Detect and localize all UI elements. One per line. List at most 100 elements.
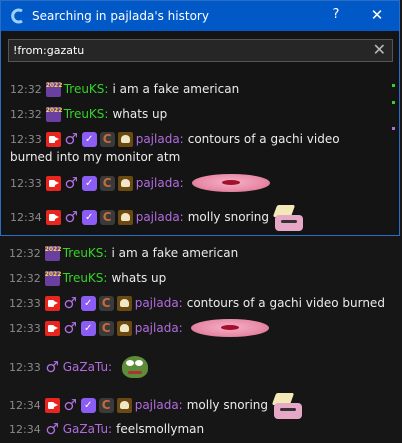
founder-badge-icon — [116, 295, 132, 311]
badge-year-text: 2022 — [45, 81, 63, 89]
message-text: i am a fake american — [111, 246, 239, 260]
close-button[interactable]: ✕ — [369, 6, 385, 24]
username[interactable]: pajlada: — [136, 176, 184, 190]
username[interactable]: TreuKS: — [64, 107, 109, 121]
badge-year-text: 2022 — [44, 270, 62, 278]
chatterino-badge-icon: C — [98, 320, 114, 336]
timestamp: 12:34 — [9, 398, 41, 412]
result-message: 12:34 ♂ ✓ C pajlada: molly snoring — [10, 205, 305, 231]
search-box: ✕ — [8, 39, 393, 62]
chatterino-badge-icon: C — [98, 397, 114, 413]
chatterino-badge-icon: C — [99, 175, 115, 191]
chatterino-badge-icon: C — [98, 295, 114, 311]
timestamp: 12:34 — [9, 422, 41, 436]
chat-message: 12:34 ♂ GaZaTu: feelsmollyman — [9, 419, 204, 439]
male-badge-icon: ♂ — [45, 419, 59, 438]
message-continuation: burned into my monitor atm — [10, 149, 399, 166]
chat-message: 12:32 2022 TreuKS: i am a fake american — [9, 243, 238, 263]
broadcaster-badge-icon — [45, 131, 61, 147]
username[interactable]: pajlada: — [135, 321, 183, 335]
verified-badge-icon: ✓ — [81, 131, 97, 147]
broadcaster-badge-icon — [45, 175, 61, 191]
result-message: 12:32 2022 TreuKS: i am a fake american — [10, 79, 239, 99]
username[interactable]: pajlada: — [136, 210, 184, 224]
broadcaster-badge-icon — [45, 209, 61, 225]
timestamp: 12:33 — [9, 321, 41, 335]
founder-badge-icon — [117, 175, 133, 191]
message-text: i am a fake american — [112, 82, 240, 96]
search-dialog: Searching in pajlada's history ? ✕ ✕ 12:… — [0, 0, 400, 236]
male-badge-icon: ♂ — [64, 173, 78, 192]
sub-2022-badge-icon: 2022 — [44, 245, 62, 261]
message-text: contours of a gachi video — [187, 132, 340, 146]
chatterino-badge-icon: C — [99, 209, 115, 225]
pepe-head — [122, 356, 149, 378]
kirby-emote[interactable] — [191, 174, 270, 192]
username[interactable]: TreuKS: — [63, 246, 108, 260]
verified-badge-icon: ✓ — [80, 397, 96, 413]
username[interactable]: TreuKS: — [63, 271, 108, 285]
pepe-emote[interactable] — [120, 352, 150, 382]
badge-year-text: 2022 — [45, 106, 63, 114]
male-badge-icon: ♂ — [64, 129, 78, 148]
molly-face — [275, 215, 304, 231]
timestamp: 12:33 — [9, 360, 41, 374]
kirby-emote[interactable] — [190, 319, 269, 337]
male-badge-icon: ♂ — [63, 293, 77, 312]
timestamp: 12:32 — [10, 107, 42, 121]
verified-badge-icon: ✓ — [80, 320, 96, 336]
scrollbar-highlight — [392, 127, 395, 130]
male-badge-icon: ♂ — [64, 207, 78, 226]
male-badge-icon: ♂ — [63, 318, 77, 337]
username[interactable]: TreuKS: — [64, 82, 109, 96]
message-text: feelsmollyman — [116, 422, 205, 436]
window-title: Searching in pajlada's history — [32, 9, 209, 23]
chat-message: 12:34 ♂ ✓ C pajlada: molly snoring — [9, 393, 304, 419]
username[interactable]: GaZaTu: — [63, 360, 112, 374]
verified-badge-icon: ✓ — [81, 175, 97, 191]
timestamp: 12:33 — [10, 176, 42, 190]
founder-badge-icon — [117, 209, 133, 225]
molly-emote[interactable] — [272, 203, 305, 231]
male-badge-icon: ♂ — [63, 395, 77, 414]
username[interactable]: pajlada: — [135, 398, 183, 412]
scrollbar-highlight — [392, 101, 395, 104]
username[interactable]: pajlada: — [135, 296, 183, 310]
badge-year-text: 2022 — [44, 245, 62, 253]
founder-badge-icon — [117, 131, 133, 147]
message-text: contours of a gachi video burned — [186, 296, 385, 310]
pepe-mouth — [128, 371, 143, 374]
chat-message: 12:33 ♂ ✓ C pajlada: — [9, 318, 269, 338]
clear-search-button[interactable]: ✕ — [373, 41, 386, 59]
message-text: whats up — [112, 107, 168, 121]
timestamp: 12:32 — [9, 246, 41, 260]
molly-face — [274, 403, 303, 419]
timestamp: 12:32 — [10, 82, 42, 96]
chatterino-app-icon — [10, 8, 26, 24]
broadcaster-badge-icon — [44, 397, 60, 413]
message-text: whats up — [111, 271, 167, 285]
search-input[interactable] — [13, 43, 353, 58]
sub-2022-badge-icon: 2022 — [45, 106, 63, 122]
verified-badge-icon: ✓ — [80, 295, 96, 311]
timestamp: 12:33 — [10, 132, 42, 146]
help-button[interactable]: ? — [329, 7, 343, 22]
username[interactable]: GaZaTu: — [63, 422, 112, 436]
founder-badge-icon — [116, 320, 132, 336]
chat-message: 12:33 ♂ ✓ C pajlada: contours of a gachi… — [9, 293, 385, 313]
molly-emote[interactable] — [271, 391, 304, 419]
title-bar[interactable]: Searching in pajlada's history ? ✕ — [1, 1, 399, 31]
message-text: molly snoring — [186, 398, 269, 412]
username[interactable]: pajlada: — [136, 132, 184, 146]
message-text: molly snoring — [187, 210, 270, 224]
result-message: 12:33 ♂ ✓ C pajlada: — [10, 173, 270, 193]
verified-badge-icon: ✓ — [81, 209, 97, 225]
timestamp: 12:34 — [10, 210, 42, 224]
broadcaster-badge-icon — [44, 295, 60, 311]
sub-2022-badge-icon: 2022 — [45, 81, 63, 97]
chat-message: 12:33 ♂ GaZaTu: — [9, 356, 150, 378]
chat-message: 12:32 2022 TreuKS: whats up — [9, 268, 166, 288]
founder-badge-icon — [116, 397, 132, 413]
timestamp: 12:33 — [9, 296, 41, 310]
timestamp: 12:32 — [9, 271, 41, 285]
